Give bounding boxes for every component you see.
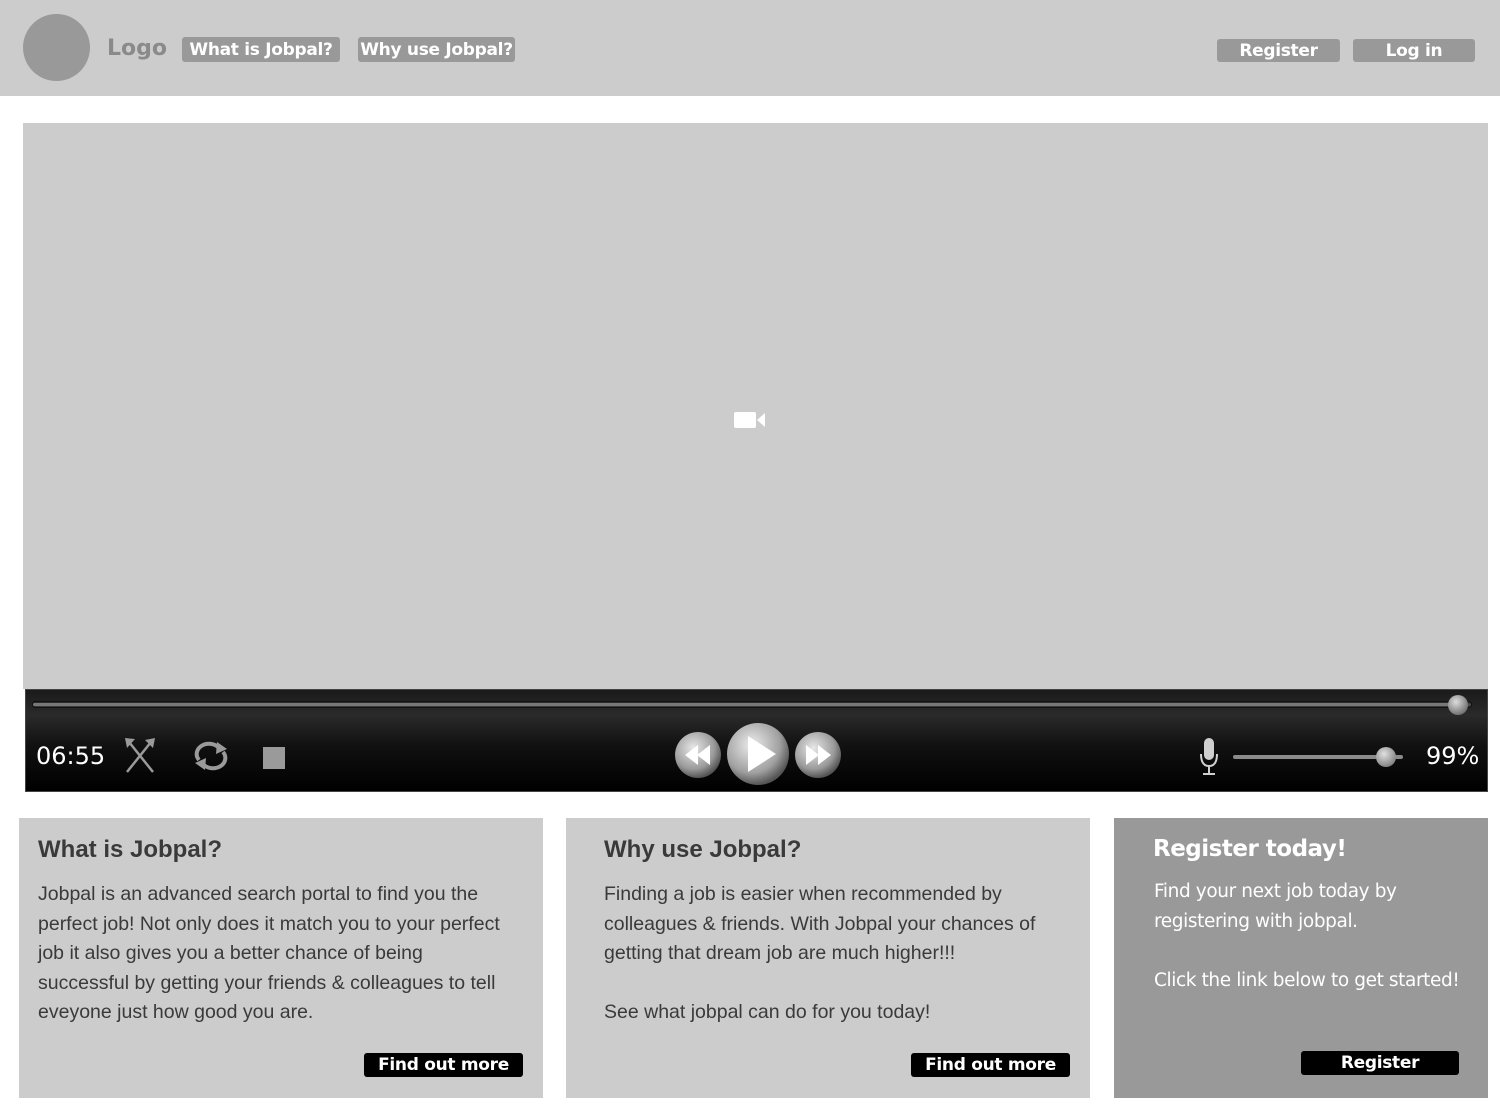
repeat-icon[interactable] — [191, 740, 231, 772]
progress-track[interactable] — [32, 701, 1472, 708]
header-login-button[interactable]: Log in — [1353, 39, 1475, 62]
elapsed-time: 06:55 — [36, 742, 106, 770]
video-area[interactable] — [23, 123, 1488, 689]
stop-icon[interactable] — [263, 747, 285, 769]
nav-what-is-jobpal-button[interactable]: What is Jobpal? — [182, 37, 340, 62]
logo-text[interactable]: Logo — [107, 36, 167, 61]
what-is-jobpal-panel: What is Jobpal? Jobpal is an advanced se… — [19, 818, 543, 1098]
progress-handle[interactable] — [1447, 695, 1468, 715]
register-button[interactable]: Register — [1301, 1051, 1459, 1075]
header-register-button[interactable]: Register — [1217, 39, 1340, 62]
panel-title: Why use Jobpal? — [604, 836, 802, 863]
shuffle-icon[interactable] — [123, 736, 157, 776]
find-out-more-button[interactable]: Find out more — [364, 1053, 523, 1077]
register-today-panel: Register today! Find your next job today… — [1114, 818, 1488, 1098]
microphone-icon[interactable] — [1198, 736, 1220, 776]
volume-percentage: 99% — [1426, 742, 1480, 770]
fast-forward-icon[interactable] — [794, 731, 842, 779]
panel-title: What is Jobpal? — [38, 836, 223, 863]
progress-fill — [33, 703, 1457, 706]
site-header: Logo What is Jobpal? Why use Jobpal? Reg… — [0, 0, 1500, 96]
play-icon[interactable] — [726, 722, 790, 786]
panel-title: Register today! — [1153, 836, 1347, 862]
panel-body: Finding a job is easier when recommended… — [604, 883, 1036, 1023]
video-camera-icon — [734, 412, 765, 428]
volume-slider-handle[interactable] — [1376, 747, 1396, 767]
nav-why-use-jobpal-button[interactable]: Why use Jobpal? — [358, 37, 515, 62]
video-controls-bar: 06:55 99% — [25, 689, 1488, 792]
rewind-icon[interactable] — [674, 731, 722, 779]
panel-body: Jobpal is an advanced search portal to f… — [38, 883, 506, 1023]
logo-image[interactable] — [23, 14, 90, 81]
panel-body: Find your next job today by registering … — [1154, 881, 1460, 991]
find-out-more-button[interactable]: Find out more — [911, 1053, 1070, 1077]
why-use-jobpal-panel: Why use Jobpal? Finding a job is easier … — [566, 818, 1090, 1098]
